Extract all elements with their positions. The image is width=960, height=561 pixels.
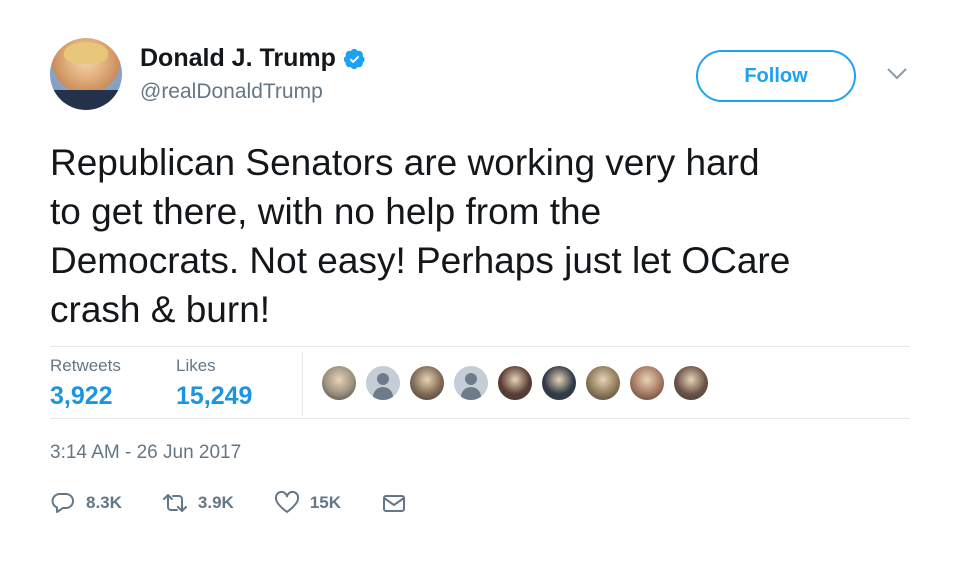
name-row: Donald J. Trump xyxy=(140,44,366,73)
retweets-value: 3,922 xyxy=(50,382,113,410)
liker-photo-avatar[interactable] xyxy=(498,366,532,400)
retweet-count: 3.9K xyxy=(197,493,234,512)
liker-photo-avatar[interactable] xyxy=(586,366,620,400)
retweet-icon xyxy=(162,494,187,512)
tweet-text-line: crash & burn! xyxy=(50,289,271,330)
heart-icon xyxy=(274,490,299,513)
verified-badge-icon xyxy=(343,48,365,69)
profile-avatar[interactable] xyxy=(50,38,122,110)
liker-photo-avatar[interactable] xyxy=(542,366,576,400)
reply-icon xyxy=(51,493,74,513)
reply-count: 8.3K xyxy=(86,493,122,512)
likes-label: Likes xyxy=(176,356,216,375)
envelope-icon xyxy=(383,495,406,512)
tweet-text-line: Democrats. Not easy! Perhaps just let OC… xyxy=(50,240,791,281)
like-button[interactable]: 15K xyxy=(274,490,341,516)
action-bar: 8.3K 3.9K 15K xyxy=(50,490,447,516)
avatar-hair xyxy=(64,42,108,64)
avatar-suit xyxy=(50,90,122,110)
user-handle[interactable]: @realDonaldTrump xyxy=(140,80,323,104)
retweets-stat[interactable]: Retweets 3,922 xyxy=(50,356,121,411)
default-user-avatar[interactable] xyxy=(366,366,400,400)
likes-stat[interactable]: Likes 15,249 xyxy=(176,356,252,411)
default-user-avatar[interactable] xyxy=(454,366,488,400)
liker-photo-avatar[interactable] xyxy=(674,366,708,400)
liker-avatars xyxy=(322,366,718,400)
divider-top xyxy=(50,346,910,347)
tweet-text-line: Republican Senators are working very har… xyxy=(50,142,760,183)
retweet-button[interactable]: 3.9K xyxy=(162,490,234,516)
likes-value: 15,249 xyxy=(176,382,253,410)
liker-photo-avatar[interactable] xyxy=(410,366,444,400)
chevron-down-icon[interactable] xyxy=(886,66,908,82)
display-name[interactable]: Donald J. Trump xyxy=(140,44,336,73)
like-count: 15K xyxy=(309,493,342,512)
reply-button[interactable]: 8.3K xyxy=(50,490,122,516)
retweets-label: Retweets xyxy=(50,356,121,375)
liker-photo-avatar[interactable] xyxy=(630,366,664,400)
tweet-card: Donald J. Trump @realDonaldTrump Follow … xyxy=(0,0,960,561)
tweet-timestamp[interactable]: 3:14 AM - 26 Jun 2017 xyxy=(50,442,241,464)
tweet-text: Republican Senators are working very har… xyxy=(50,138,930,334)
stats-divider xyxy=(302,352,303,416)
direct-message-button[interactable] xyxy=(381,490,407,516)
liker-photo-avatar[interactable] xyxy=(322,366,356,400)
follow-button[interactable]: Follow xyxy=(696,50,856,102)
tweet-text-line: to get there, with no help from the xyxy=(50,191,602,232)
divider-bottom xyxy=(50,418,910,419)
